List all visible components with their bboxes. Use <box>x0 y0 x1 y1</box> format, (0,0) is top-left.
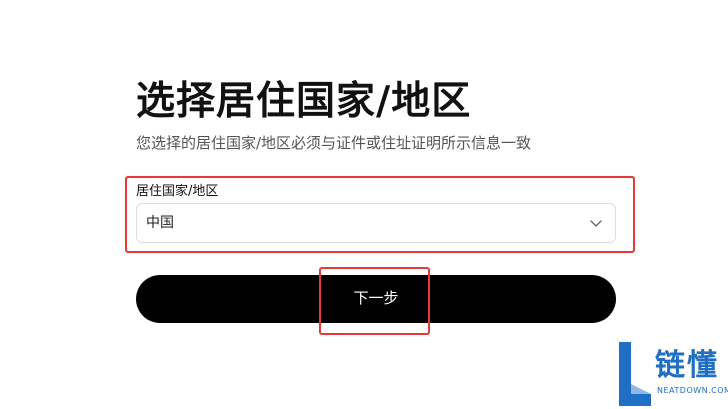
chevron-down-icon <box>590 220 602 227</box>
page: 选择居住国家/地区 您选择的居住国家/地区必须与证件或住址证明所示信息一致 居住… <box>0 0 728 409</box>
watermark-logo: 链懂 NEATDOWN.COM <box>613 338 728 409</box>
country-field-label: 居住国家/地区 <box>136 184 219 199</box>
watermark-subtext: NEATDOWN.COM <box>657 386 728 395</box>
next-button-highlight <box>319 267 430 335</box>
watermark-l-icon <box>619 342 651 406</box>
country-select[interactable]: 中国 <box>136 203 616 243</box>
country-select-value: 中国 <box>146 215 174 231</box>
watermark-text: 链懂 <box>655 348 719 383</box>
page-subtitle: 您选择的居住国家/地区必须与证件或住址证明所示信息一致 <box>136 134 532 152</box>
page-title: 选择居住国家/地区 <box>136 79 472 124</box>
